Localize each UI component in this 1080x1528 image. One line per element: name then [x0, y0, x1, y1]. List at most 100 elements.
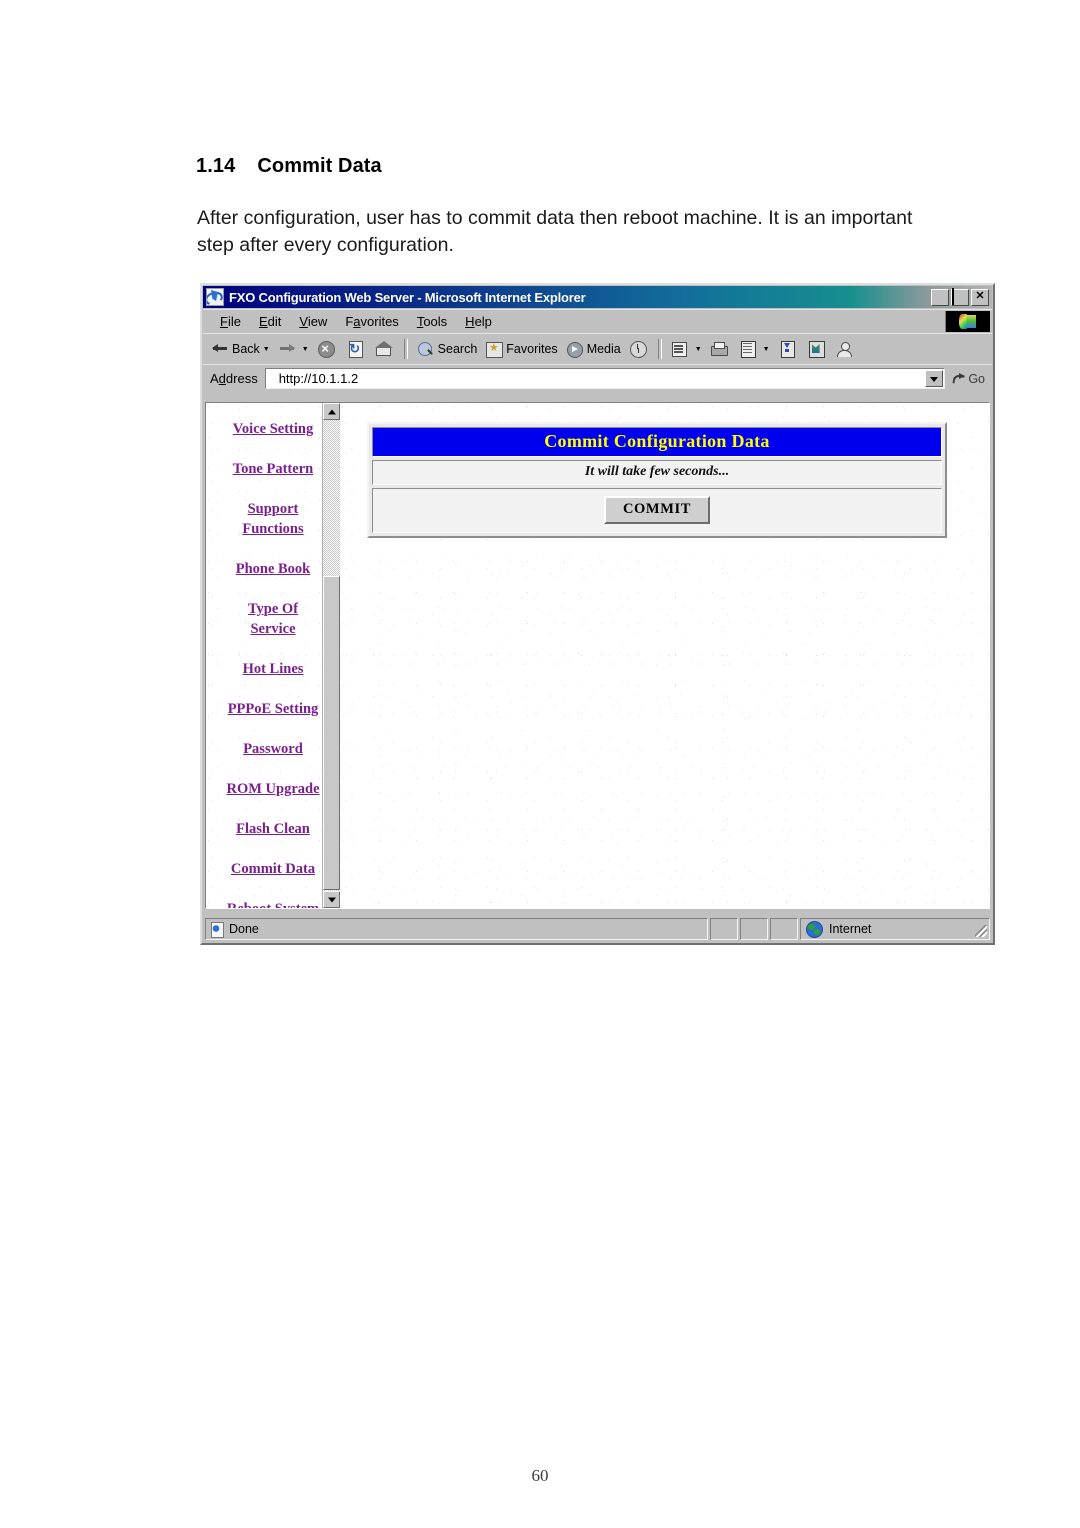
toolbar-forward-button[interactable]: ▼ — [274, 337, 312, 361]
panel-header: Commit Configuration Data — [372, 427, 942, 457]
edit-icon — [738, 339, 758, 359]
globe-icon — [806, 920, 823, 938]
toolbar-messenger-button[interactable] — [803, 337, 831, 361]
sidebar-item-flash-clean[interactable]: Flash Clean — [206, 819, 340, 839]
stop-icon — [316, 339, 336, 359]
scrollbar-down-button[interactable] — [323, 891, 340, 908]
toolbar-person-button[interactable] — [832, 337, 860, 361]
status-message-panel: Done — [205, 918, 708, 940]
maximize-button[interactable] — [951, 287, 969, 306]
address-input[interactable]: http://10.1.1.2 — [264, 368, 946, 389]
security-zone-panel: Internet — [800, 918, 990, 940]
security-zone-label: Internet — [829, 922, 872, 936]
sidebar-item-reboot-system[interactable]: Reboot System — [206, 899, 340, 908]
toolbar-mail-button[interactable]: ▼ — [667, 337, 705, 361]
toolbar-print-button[interactable] — [706, 337, 734, 361]
print-icon — [709, 339, 729, 359]
menu-item-help[interactable]: Help — [456, 312, 501, 331]
chevron-down-icon: ▼ — [762, 345, 770, 353]
toolbar-search-button[interactable]: Search — [413, 337, 481, 361]
menu-item-edit[interactable]: Edit — [250, 312, 290, 331]
toolbar-favorites-button[interactable]: Favorites — [481, 337, 560, 361]
menu-item-file[interactable]: File — [211, 312, 250, 331]
status-panel-3 — [770, 918, 798, 940]
scrollbar-up-button[interactable] — [323, 403, 340, 420]
menu-item-view[interactable]: View — [290, 312, 336, 331]
toolbar-favorites-label: Favorites — [506, 342, 558, 356]
toolbar-edit-button[interactable]: ▼ — [735, 337, 773, 361]
status-panel-2 — [740, 918, 768, 940]
commit-button[interactable]: COMMIT — [603, 496, 711, 524]
address-label: Address — [210, 371, 258, 386]
sidebar-item-voice-setting[interactable]: Voice Setting — [206, 419, 340, 439]
go-label: Go — [968, 371, 985, 386]
go-arrow-icon — [951, 371, 967, 387]
address-bar: Address http://10.1.1.2 Go — [203, 364, 992, 392]
close-button[interactable]: ✕ — [971, 288, 989, 306]
menu-item-favorites[interactable]: Favorites — [336, 312, 407, 331]
content-frame: Commit Configuration Data It will take f… — [340, 403, 989, 908]
sidebar-item-hot-lines[interactable]: Hot Lines — [206, 659, 340, 679]
menu-item-tools[interactable]: Tools — [408, 312, 456, 331]
panel-action-row: COMMIT — [372, 488, 942, 533]
scrollbar-thumb[interactable] — [323, 576, 340, 890]
minimize-button[interactable] — [931, 288, 949, 306]
maximize-icon — [952, 287, 954, 305]
sidebar-item-phone-book[interactable]: Phone Book — [206, 559, 340, 579]
sidebar-item-label: Service — [250, 621, 296, 637]
sidebar-item-commit-data[interactable]: Commit Data — [206, 859, 340, 879]
window-controls: ✕ — [931, 287, 990, 306]
person-icon — [835, 339, 855, 359]
section-title: Commit Data — [257, 155, 382, 177]
navigation-frame: Voice Setting Tone Pattern Support Funct… — [206, 403, 340, 908]
address-dropdown-button[interactable] — [925, 370, 944, 387]
menu-bar: File Edit View Favorites Tools Help — [203, 309, 992, 333]
page-viewport: Voice Setting Tone Pattern Support Funct… — [205, 402, 990, 909]
toolbar-home-button[interactable] — [371, 337, 399, 361]
status-message: Done — [229, 922, 259, 936]
mail-icon — [670, 339, 690, 359]
search-icon — [416, 339, 436, 359]
sidebar-item-support-functions[interactable]: Support Functions — [206, 499, 340, 539]
toolbar-search-label: Search — [437, 342, 478, 356]
panel-note-row: It will take few seconds... — [372, 460, 942, 485]
vertical-scrollbar[interactable] — [322, 403, 340, 908]
internet-explorer-icon — [206, 288, 224, 306]
toolbar-discuss-button[interactable] — [774, 337, 802, 361]
toolbar-separator — [403, 339, 408, 359]
page-title: 1.14 Commit Data — [196, 155, 382, 178]
refresh-icon — [345, 339, 365, 359]
toolbar-history-button[interactable] — [625, 337, 653, 361]
sidebar-item-rom-upgrade[interactable]: ROM Upgrade — [206, 779, 340, 799]
sidebar-item-label: Type Of — [247, 601, 299, 617]
sidebar-item-tone-pattern[interactable]: Tone Pattern — [206, 459, 340, 479]
status-panel-1 — [710, 918, 738, 940]
forward-arrow-icon — [277, 339, 297, 359]
chevron-up-icon — [327, 409, 336, 414]
window-title: FXO Configuration Web Server - Microsoft… — [229, 289, 586, 305]
toolbar-stop-button[interactable] — [313, 337, 341, 361]
chevron-down-icon: ▼ — [301, 345, 309, 353]
resize-grip[interactable] — [975, 925, 987, 937]
messenger-icon — [806, 339, 826, 359]
go-button[interactable]: Go — [945, 371, 989, 387]
commit-configuration-panel: Commit Configuration Data It will take f… — [367, 422, 947, 538]
sidebar-item-pppoe-setting[interactable]: PPPoE Setting — [206, 699, 340, 719]
address-value: http://10.1.1.2 — [278, 371, 359, 386]
panel-note: It will take few seconds... — [584, 464, 730, 479]
toolbar: Back ▼ ▼ Search Favorites Media — [203, 333, 992, 364]
sidebar-item-type-of-service[interactable]: Type Of Service — [206, 599, 340, 639]
back-arrow-icon — [210, 339, 230, 359]
toolbar-refresh-button[interactable] — [342, 337, 370, 361]
document-icon — [209, 921, 225, 938]
browser-brand-logo-icon — [945, 311, 990, 332]
toolbar-media-button[interactable]: Media — [562, 337, 624, 361]
sidebar-item-password[interactable]: Password — [206, 739, 340, 759]
toolbar-back-button[interactable]: Back ▼ — [207, 337, 273, 361]
browser-window: FXO Configuration Web Server - Microsoft… — [200, 283, 995, 945]
body-paragraph: After configuration, user has to commit … — [197, 207, 913, 256]
panel-title: Commit Configuration Data — [544, 431, 770, 451]
sidebar-item-label: Functions — [242, 521, 304, 537]
close-icon: ✕ — [975, 289, 985, 302]
toolbar-media-label: Media — [586, 342, 621, 356]
